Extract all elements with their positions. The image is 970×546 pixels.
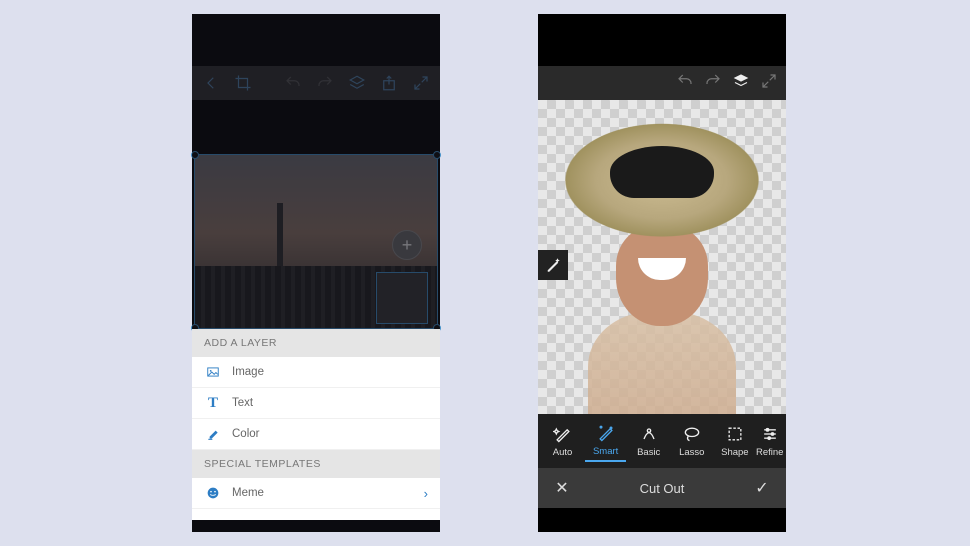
- tool-refine[interactable]: Refine: [757, 421, 782, 461]
- selection-handle[interactable]: [191, 151, 199, 159]
- tool-label: Lasso: [679, 447, 704, 458]
- layer-thumbnail[interactable]: [376, 272, 428, 324]
- cutout-tool-row: Auto Smart Basic Lasso Shape Refine: [538, 414, 786, 468]
- redo-button[interactable]: [704, 72, 722, 95]
- menu-item-color[interactable]: Color: [192, 419, 440, 450]
- selection-handle[interactable]: [433, 151, 441, 159]
- chevron-right-icon: ›: [424, 486, 428, 501]
- menu-header-layer: ADD A LAYER: [192, 329, 440, 357]
- add-layer-button[interactable]: +: [392, 230, 422, 260]
- menu-item-meme[interactable]: Meme ›: [192, 478, 440, 509]
- phone-right: Auto Smart Basic Lasso Shape Refine ✕ Cu…: [538, 14, 786, 532]
- image-icon: [204, 364, 222, 380]
- editor-toolbar: [192, 66, 440, 100]
- menu-item-label: Meme: [232, 487, 414, 499]
- redo-button[interactable]: [312, 70, 338, 96]
- tool-label: Refine: [756, 447, 783, 458]
- tool-label: Smart: [593, 446, 618, 457]
- menu-item-label: Image: [232, 366, 428, 378]
- layers-button[interactable]: [344, 70, 370, 96]
- undo-button[interactable]: [280, 70, 306, 96]
- menu-header-templates: SPECIAL TEMPLATES: [192, 450, 440, 478]
- plus-icon: +: [402, 235, 413, 256]
- tool-lasso[interactable]: Lasso: [671, 421, 712, 461]
- cutout-toolbar: [538, 66, 786, 100]
- menu-item-label: Text: [232, 397, 428, 409]
- magic-wand-toggle[interactable]: [538, 250, 568, 280]
- fullscreen-button[interactable]: [760, 72, 778, 95]
- tool-label: Basic: [637, 447, 660, 458]
- tool-label: Shape: [721, 447, 748, 458]
- back-button[interactable]: [198, 70, 224, 96]
- cancel-button[interactable]: ✕: [538, 478, 586, 498]
- mode-title: Cut Out: [586, 481, 738, 496]
- subject-hat: [548, 118, 776, 266]
- confirm-bar: ✕ Cut Out ✓: [538, 468, 786, 508]
- undo-button[interactable]: [676, 72, 694, 95]
- layers-button[interactable]: [732, 72, 750, 95]
- tool-auto[interactable]: Auto: [542, 421, 583, 461]
- add-layer-menu: ADD A LAYER Image T Text Color SPECIAL T…: [192, 329, 440, 520]
- cutout-canvas[interactable]: [538, 100, 786, 414]
- confirm-button[interactable]: ✓: [738, 478, 786, 498]
- menu-item-label: Color: [232, 428, 428, 440]
- color-icon: [204, 426, 222, 442]
- meme-icon: [204, 485, 222, 501]
- tool-basic[interactable]: Basic: [628, 421, 669, 461]
- tool-shape[interactable]: Shape: [714, 421, 755, 461]
- tool-label: Auto: [553, 447, 573, 458]
- menu-item-text[interactable]: T Text: [192, 388, 440, 419]
- text-icon: T: [204, 395, 222, 411]
- phone-left: + ADD A LAYER Image T Text Color SPECIAL…: [192, 14, 440, 532]
- menu-item-image[interactable]: Image: [192, 357, 440, 388]
- tool-smart[interactable]: Smart: [585, 420, 626, 462]
- fullscreen-button[interactable]: [408, 70, 434, 96]
- subject-body: [588, 312, 736, 414]
- share-button[interactable]: [376, 70, 402, 96]
- crop-button[interactable]: [230, 70, 256, 96]
